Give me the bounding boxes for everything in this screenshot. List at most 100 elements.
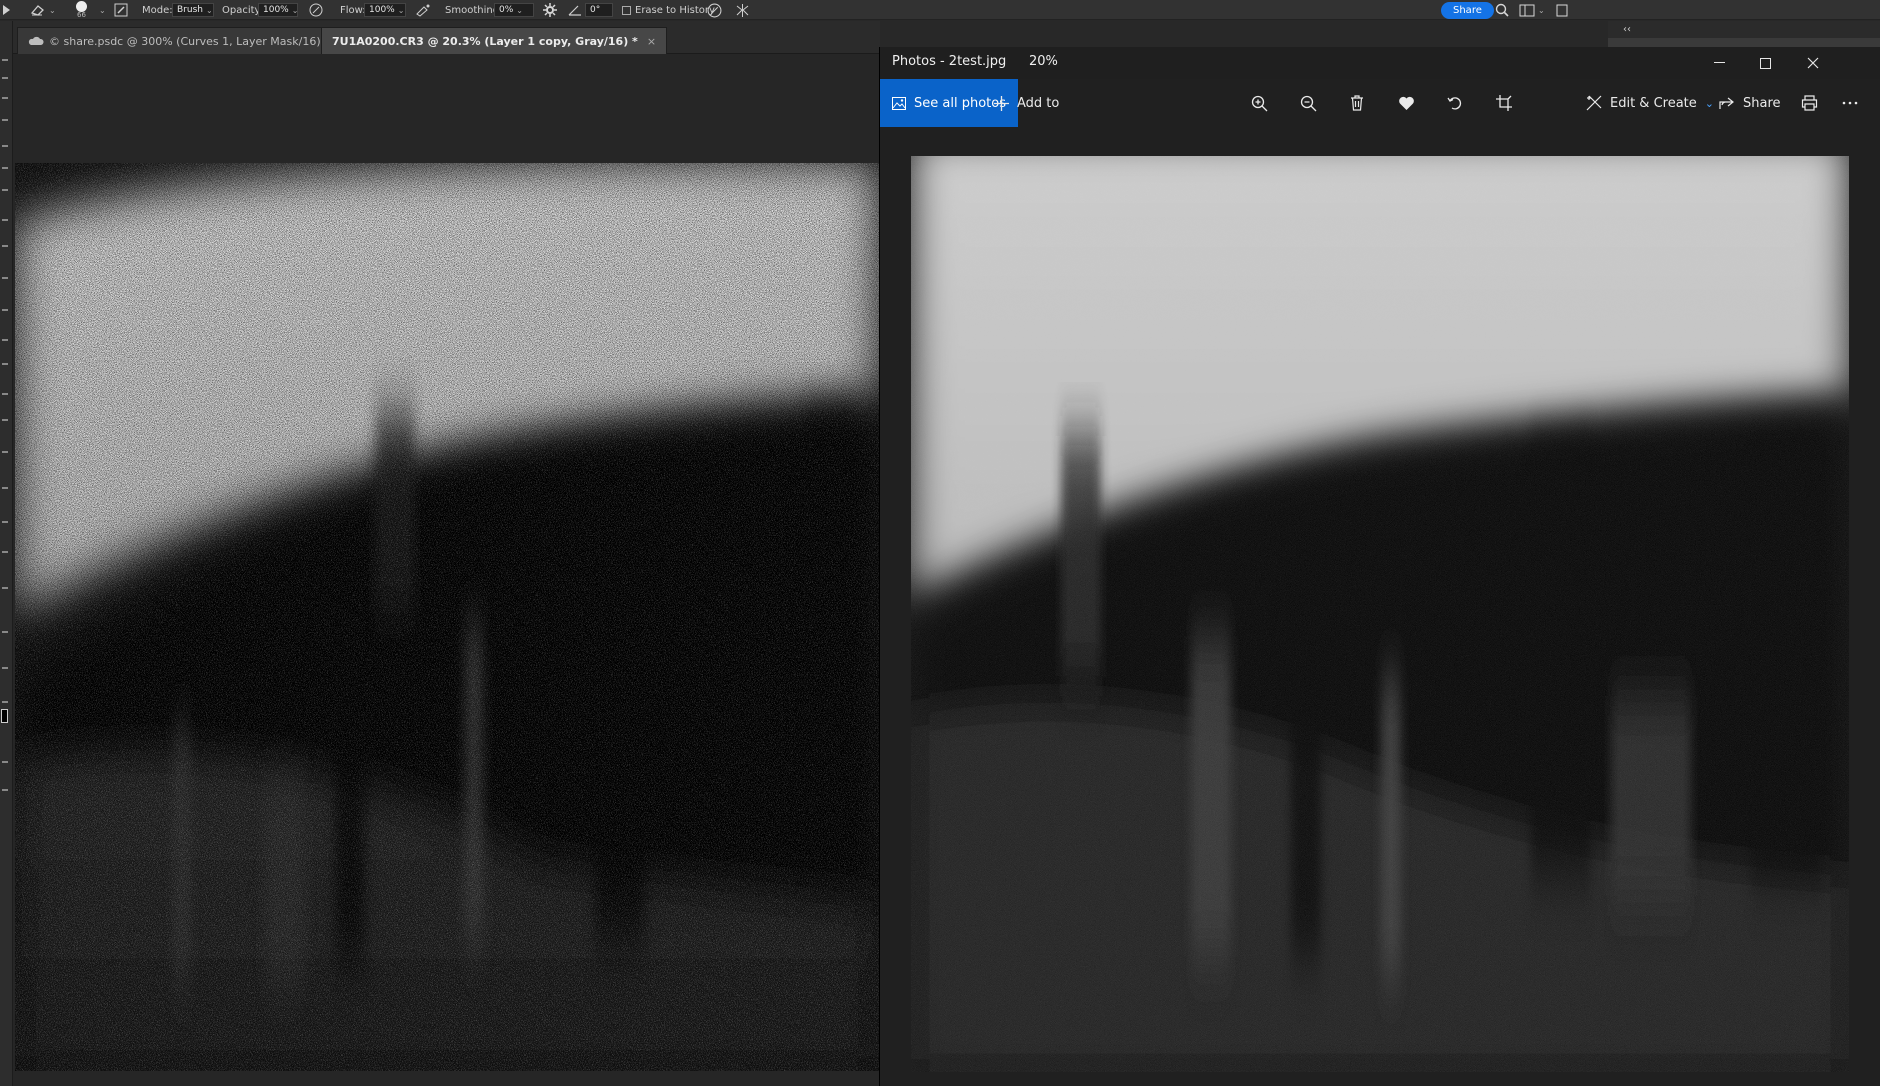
- tool-marker[interactable]: [2, 119, 8, 121]
- delete-icon[interactable]: [1345, 91, 1369, 115]
- opacity-value: 100%: [263, 5, 289, 15]
- tool-marker[interactable]: [2, 245, 8, 247]
- tool-marker[interactable]: [2, 631, 8, 633]
- smoothing-gear-icon[interactable]: [543, 0, 557, 20]
- tool-marker[interactable]: [2, 59, 8, 61]
- brush-angle-field[interactable]: 0°: [585, 3, 613, 17]
- zoom-out-icon[interactable]: [1296, 91, 1320, 115]
- share-icon: [1719, 97, 1734, 109]
- photos-titlebar[interactable]: Photos - 2test.jpg 20%: [880, 47, 1880, 79]
- share-photo-button[interactable]: Share: [1719, 79, 1781, 127]
- mode-value: Brush: [177, 5, 203, 15]
- erase-to-history-checkbox[interactable]: Erase to History: [622, 0, 715, 20]
- tool-marker[interactable]: [2, 339, 8, 341]
- tool-marker[interactable]: [2, 521, 8, 523]
- doc-tab-cr3[interactable]: 7U1A0200.CR3 @ 20.3% (Layer 1 copy, Gray…: [321, 27, 668, 54]
- edit-create-label: Edit & Create: [1610, 95, 1697, 111]
- mode-label: Mode:: [142, 4, 173, 16]
- chevron-down-icon: ⌄: [516, 5, 523, 15]
- chevron-down-icon: ⌄: [397, 5, 405, 15]
- panel-tab-strip: [1608, 38, 1880, 47]
- crop-icon[interactable]: [1492, 91, 1516, 115]
- plus-icon: [994, 95, 1009, 111]
- foreground-color-swatch[interactable]: [1, 709, 8, 723]
- ps-canvas-area[interactable]: [13, 54, 879, 1086]
- home-icon[interactable]: [2, 0, 12, 20]
- collapse-panels-icon[interactable]: ‹‹: [1623, 24, 1631, 35]
- tool-marker[interactable]: [2, 393, 8, 395]
- tool-marker[interactable]: [2, 219, 8, 221]
- print-icon[interactable]: [1797, 91, 1821, 115]
- maximize-icon[interactable]: [1742, 47, 1788, 79]
- share-label: Share: [1743, 95, 1781, 111]
- tool-marker[interactable]: [2, 189, 8, 191]
- favorite-heart-icon[interactable]: [1394, 91, 1418, 115]
- cloud-document-icon: [28, 36, 44, 45]
- tool-marker[interactable]: [2, 487, 8, 489]
- tool-marker[interactable]: [2, 419, 8, 421]
- edit-create-icon: [1586, 95, 1602, 111]
- document-tab-bar: © share.psdc @ 300% (Curves 1, Layer Mas…: [13, 21, 880, 54]
- ps-document-image[interactable]: [15, 163, 879, 1071]
- close-tab-icon[interactable]: ×: [647, 35, 656, 48]
- minimize-icon[interactable]: [1696, 47, 1742, 79]
- photos-app-window: Photos - 2test.jpg 20% See all photos Ad…: [879, 47, 1880, 1086]
- opacity-field[interactable]: 100% ⌄: [258, 3, 298, 17]
- more-options-icon[interactable]: [1838, 91, 1862, 115]
- brush-angle-icon: [568, 0, 582, 20]
- smoothing-value: 0%: [499, 5, 514, 15]
- brush-preset-picker[interactable]: 66: [76, 0, 87, 20]
- flow-value: 100%: [369, 5, 395, 15]
- brush-size-value: 66: [77, 11, 86, 19]
- pressure-size-icon[interactable]: [707, 0, 722, 20]
- brush-settings-icon[interactable]: [114, 0, 128, 20]
- zoom-in-icon[interactable]: [1247, 91, 1271, 115]
- close-icon[interactable]: [1790, 47, 1836, 79]
- add-to-button[interactable]: Add to: [994, 79, 1059, 127]
- tool-marker[interactable]: [2, 789, 8, 791]
- brush-angle-value: 0°: [590, 5, 601, 15]
- edit-create-button[interactable]: Edit & Create ⌄: [1586, 79, 1714, 127]
- noisy-bw-photo: [15, 163, 879, 1071]
- erase-to-history-label: Erase to History: [635, 4, 715, 16]
- tool-marker[interactable]: [2, 167, 8, 169]
- tool-marker[interactable]: [2, 363, 8, 365]
- photos-image-view[interactable]: [911, 156, 1849, 1072]
- workspace-icon[interactable]: ⌄: [1519, 0, 1545, 20]
- eraser-preset-chevron-icon[interactable]: ⌄: [49, 6, 56, 15]
- symmetry-icon[interactable]: [735, 0, 750, 20]
- photo-gallery-icon: [892, 96, 906, 110]
- photos-zoom-level: 20%: [1029, 54, 1058, 69]
- chevron-down-icon: ⌄: [205, 5, 213, 15]
- brush-preset-chevron-icon[interactable]: ⌄: [96, 0, 106, 20]
- smooth-bw-photo: [911, 156, 1849, 1072]
- options-bar: ⌄ 66 ⌄ Mode: Brush ⌄ Opacity: 100% ⌄ Flow:…: [0, 0, 1880, 20]
- doc-tab-label: 7U1A0200.CR3 @ 20.3% (Layer 1 copy, Gray…: [332, 34, 638, 48]
- tool-marker[interactable]: [2, 277, 8, 279]
- tool-marker[interactable]: [2, 587, 8, 589]
- airbrush-icon[interactable]: [415, 0, 431, 20]
- tool-marker[interactable]: [2, 551, 8, 553]
- tool-marker[interactable]: [2, 77, 8, 79]
- smoothing-field[interactable]: 0% ⌄: [494, 3, 534, 17]
- doc-tab-share-psdc[interactable]: © share.psdc @ 300% (Curves 1, Layer Mas…: [17, 27, 350, 54]
- chevron-down-icon[interactable]: ⌄: [1538, 6, 1545, 15]
- pressure-opacity-icon[interactable]: [309, 0, 323, 20]
- photos-window-title: Photos - 2test.jpg: [892, 54, 1007, 69]
- tool-marker[interactable]: [2, 145, 8, 147]
- tool-marker[interactable]: [2, 97, 8, 99]
- flow-field[interactable]: 100% ⌄: [364, 3, 406, 17]
- tool-marker[interactable]: [2, 451, 8, 453]
- mode-select[interactable]: Brush ⌄: [172, 3, 214, 17]
- tool-marker[interactable]: [2, 701, 8, 703]
- checkbox-icon: [622, 5, 631, 15]
- panels-icon[interactable]: [1556, 0, 1568, 20]
- photos-toolbar: See all photos Add to Edit & Create ⌄ Sh…: [880, 79, 1880, 128]
- eraser-tool-icon[interactable]: ⌄: [30, 0, 56, 20]
- search-icon[interactable]: [1495, 0, 1509, 20]
- tool-marker[interactable]: [2, 309, 8, 311]
- share-button[interactable]: Share: [1441, 1, 1494, 19]
- rotate-icon[interactable]: [1443, 91, 1467, 115]
- tool-marker[interactable]: [2, 667, 8, 669]
- tool-marker[interactable]: [2, 761, 8, 763]
